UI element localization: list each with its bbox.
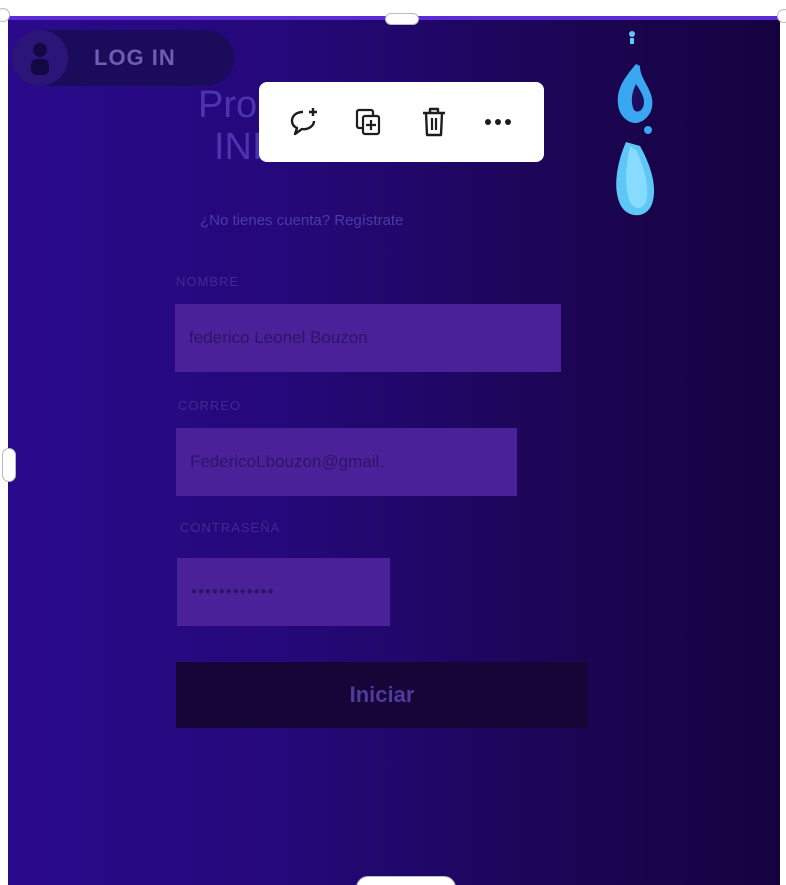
comment-add-icon — [290, 108, 318, 136]
resize-handle-left[interactable] — [2, 448, 16, 482]
flame-icon — [606, 26, 666, 231]
name-input[interactable]: federico Leonel Bouzon — [175, 304, 561, 372]
iniciar-button[interactable]: Iniciar — [176, 662, 588, 728]
comment-add-button[interactable] — [281, 98, 329, 146]
editor-canvas: LOG IN Pro INICIA SESION ¿No tienes cuen… — [0, 0, 786, 885]
password-label: CONTRASEÑA — [180, 520, 281, 535]
name-label: NOMBRE — [176, 274, 240, 289]
email-input[interactable]: FedericoLbouzon@gmail. — [176, 428, 517, 496]
resize-handle-bottom[interactable] — [356, 876, 456, 885]
email-label: CORREO — [178, 398, 242, 413]
user-icon — [12, 30, 68, 86]
duplicate-icon — [356, 108, 381, 136]
floating-toolbar — [259, 82, 544, 162]
resize-handle-top-right[interactable] — [777, 9, 786, 23]
delete-button[interactable] — [410, 98, 458, 146]
duplicate-button[interactable] — [345, 98, 393, 146]
password-input[interactable]: •••••••••••• — [177, 558, 390, 626]
more-icon — [484, 119, 511, 125]
trash-icon — [422, 107, 445, 137]
resize-handle-top[interactable] — [385, 13, 419, 25]
login-pill[interactable]: LOG IN — [12, 30, 234, 86]
subtitle: ¿No tienes cuenta? Regístrate — [200, 212, 404, 229]
more-button[interactable] — [474, 98, 522, 146]
login-label: LOG IN — [94, 45, 176, 70]
